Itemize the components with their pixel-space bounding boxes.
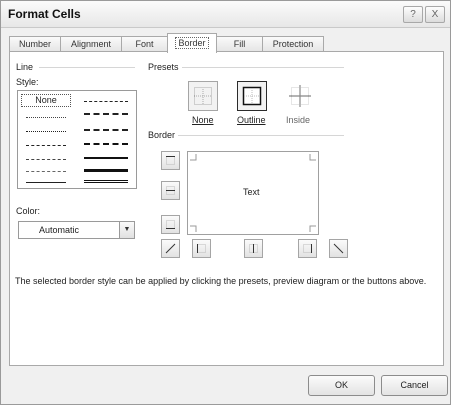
tab-border[interactable]: Border [167,33,217,53]
close-button[interactable]: X [425,6,445,23]
preview-text: Text [243,187,260,197]
line-style-thin[interactable] [26,182,66,183]
line-style-thick[interactable] [84,169,128,172]
preset-outline-label: Outline [237,115,266,125]
preset-inside-button[interactable] [285,81,315,111]
style-label: Style: [16,77,39,87]
chevron-down-icon[interactable]: ▼ [119,222,134,238]
help-button[interactable]: ? [403,6,423,23]
tab-alignment[interactable]: Alignment [60,36,122,52]
border-left-icon [197,244,206,253]
line-style-slant-dash-dot[interactable] [84,113,128,115]
tab-fill[interactable]: Fill [216,36,263,52]
presets-group-title: Presets [148,62,179,72]
preset-outline-button[interactable] [237,81,267,111]
border-diagonal-up-button[interactable] [161,239,180,258]
border-top-button[interactable] [161,151,180,170]
border-bottom-icon [166,220,175,229]
preset-outline-icon [237,81,267,111]
line-style-medium[interactable] [84,157,128,159]
tab-font[interactable]: Font [121,36,168,52]
border-middle-vertical-button[interactable] [244,239,263,258]
line-style-none[interactable]: None [21,94,71,107]
ok-button[interactable]: OK [308,375,375,396]
line-style-medium-dashed[interactable] [84,143,128,145]
border-middle-vertical-icon [249,244,258,253]
preset-inside-label: Inside [286,115,311,125]
line-style-medium-dash-dot-dot[interactable] [84,101,128,102]
color-value: Automatic [39,225,80,235]
border-preview[interactable]: Text [187,151,319,235]
line-group-title: Line [16,62,34,72]
dialog-title: Format Cells [8,7,81,21]
tab-number[interactable]: Number [9,36,61,52]
border-bottom-button[interactable] [161,215,180,234]
border-middle-horizontal-icon [166,186,175,195]
presets-group-divider [182,67,344,68]
line-style-dotted[interactable] [26,131,66,132]
line-style-dashed[interactable] [26,171,66,172]
border-top-icon [166,156,175,165]
line-style-hair-dotted[interactable] [26,117,66,118]
line-style-list[interactable]: None [17,90,137,189]
border-left-button[interactable] [192,239,211,258]
color-dropdown[interactable]: Automatic ▼ [18,221,135,239]
hint-text: The selected border style can be applied… [15,276,427,286]
line-style-dash-dot-dot[interactable] [26,145,66,146]
format-cells-dialog: Format Cells ? X Number Alignment Font B… [0,0,451,405]
line-style-dash-dot[interactable] [26,159,66,160]
line-group-divider [39,67,135,68]
border-right-button[interactable] [298,239,317,258]
preset-none-icon [188,81,218,111]
color-label: Color: [16,206,41,216]
preset-inside-icon [289,85,311,107]
border-right-icon [303,244,312,253]
border-group-divider [178,135,344,136]
border-middle-horizontal-button[interactable] [161,181,180,200]
cancel-button[interactable]: Cancel [381,375,448,396]
tab-border-label: Border [175,37,209,49]
title-bar: Format Cells ? X [1,1,450,28]
diagonal-up-icon [165,243,176,254]
diagonal-down-icon [333,243,344,254]
preset-none-button[interactable] [188,81,218,111]
preset-none-label: None [192,115,214,125]
tab-protection[interactable]: Protection [262,36,324,52]
line-style-medium-dash-dot[interactable] [84,129,128,131]
border-group-title: Border [148,130,176,140]
line-style-double[interactable] [84,180,128,183]
border-diagonal-down-button[interactable] [329,239,348,258]
